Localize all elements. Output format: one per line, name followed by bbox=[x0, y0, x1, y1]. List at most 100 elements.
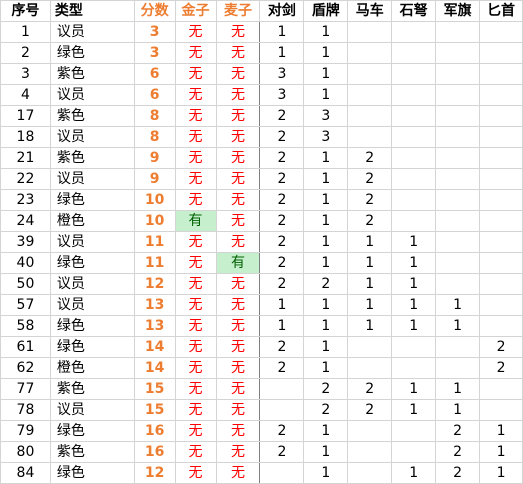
cell-type[interactable]: 议员 bbox=[49, 399, 135, 421]
cell-catapult[interactable] bbox=[391, 147, 437, 169]
cell-shield[interactable]: 2 bbox=[303, 399, 349, 421]
cell-wheat[interactable]: 无 bbox=[215, 105, 261, 127]
cell-dagger[interactable] bbox=[479, 42, 523, 64]
cell-chariot[interactable] bbox=[347, 84, 393, 106]
cell-wheat[interactable]: 无 bbox=[215, 420, 261, 442]
cell-shield[interactable]: 1 bbox=[303, 462, 349, 484]
col-header-catapult[interactable]: 石弩 bbox=[391, 0, 437, 22]
cell-shield[interactable]: 1 bbox=[303, 42, 349, 64]
cell-catapult[interactable] bbox=[391, 42, 437, 64]
cell-wheat[interactable]: 无 bbox=[215, 273, 261, 295]
cell-gold[interactable]: 无 bbox=[174, 189, 217, 211]
cell-banner[interactable]: 1 bbox=[435, 399, 481, 421]
cell-chariot[interactable]: 1 bbox=[347, 252, 393, 274]
cell-index[interactable]: 23 bbox=[0, 189, 51, 211]
cell-shield[interactable]: 1 bbox=[303, 147, 349, 169]
cell-catapult[interactable] bbox=[391, 126, 437, 148]
cell-sword[interactable] bbox=[259, 399, 305, 421]
cell-dagger[interactable] bbox=[479, 252, 523, 274]
cell-gold[interactable]: 无 bbox=[174, 399, 217, 421]
cell-chariot[interactable]: 1 bbox=[347, 231, 393, 253]
cell-score[interactable]: 12 bbox=[133, 462, 176, 484]
col-header-type[interactable]: 类型 bbox=[49, 0, 135, 22]
cell-catapult[interactable] bbox=[391, 441, 437, 463]
cell-gold[interactable]: 无 bbox=[174, 357, 217, 379]
cell-score[interactable]: 6 bbox=[133, 63, 176, 85]
cell-gold[interactable]: 无 bbox=[174, 231, 217, 253]
cell-gold[interactable]: 无 bbox=[174, 273, 217, 295]
cell-shield[interactable]: 1 bbox=[303, 84, 349, 106]
cell-gold[interactable]: 无 bbox=[174, 378, 217, 400]
cell-wheat[interactable]: 无 bbox=[215, 210, 261, 232]
cell-score[interactable]: 11 bbox=[133, 231, 176, 253]
cell-gold[interactable]: 无 bbox=[174, 420, 217, 442]
cell-type[interactable]: 议员 bbox=[49, 21, 135, 43]
cell-wheat[interactable]: 无 bbox=[215, 336, 261, 358]
cell-type[interactable]: 橙色 bbox=[49, 210, 135, 232]
cell-index[interactable]: 84 bbox=[0, 462, 51, 484]
cell-dagger[interactable] bbox=[479, 189, 523, 211]
cell-index[interactable]: 77 bbox=[0, 378, 51, 400]
cell-index[interactable]: 22 bbox=[0, 168, 51, 190]
cell-chariot[interactable]: 1 bbox=[347, 273, 393, 295]
cell-banner[interactable]: 1 bbox=[435, 294, 481, 316]
cell-score[interactable]: 15 bbox=[133, 399, 176, 421]
cell-shield[interactable]: 1 bbox=[303, 63, 349, 85]
cell-shield[interactable]: 1 bbox=[303, 189, 349, 211]
cell-catapult[interactable]: 1 bbox=[391, 252, 437, 274]
cell-catapult[interactable] bbox=[391, 84, 437, 106]
cell-shield[interactable]: 1 bbox=[303, 441, 349, 463]
cell-dagger[interactable]: 1 bbox=[479, 462, 523, 484]
cell-index[interactable]: 17 bbox=[0, 105, 51, 127]
cell-dagger[interactable]: 2 bbox=[479, 357, 523, 379]
col-header-banner[interactable]: 军旗 bbox=[435, 0, 481, 22]
cell-chariot[interactable] bbox=[347, 42, 393, 64]
cell-catapult[interactable]: 1 bbox=[391, 315, 437, 337]
cell-catapult[interactable]: 1 bbox=[391, 273, 437, 295]
cell-sword[interactable]: 3 bbox=[259, 63, 305, 85]
cell-dagger[interactable] bbox=[479, 210, 523, 232]
cell-score[interactable]: 3 bbox=[133, 21, 176, 43]
cell-banner[interactable] bbox=[435, 21, 481, 43]
cell-gold[interactable]: 无 bbox=[174, 462, 217, 484]
cell-dagger[interactable]: 2 bbox=[479, 336, 523, 358]
cell-gold[interactable]: 无 bbox=[174, 168, 217, 190]
cell-gold[interactable]: 无 bbox=[174, 84, 217, 106]
cell-score[interactable]: 6 bbox=[133, 84, 176, 106]
cell-type[interactable]: 紫色 bbox=[49, 105, 135, 127]
cell-index[interactable]: 4 bbox=[0, 84, 51, 106]
cell-index[interactable]: 1 bbox=[0, 21, 51, 43]
cell-banner[interactable] bbox=[435, 273, 481, 295]
cell-shield[interactable]: 1 bbox=[303, 252, 349, 274]
cell-wheat[interactable]: 无 bbox=[215, 189, 261, 211]
cell-dagger[interactable] bbox=[479, 273, 523, 295]
cell-score[interactable]: 14 bbox=[133, 357, 176, 379]
cell-banner[interactable] bbox=[435, 336, 481, 358]
cell-catapult[interactable]: 1 bbox=[391, 399, 437, 421]
cell-shield[interactable]: 2 bbox=[303, 378, 349, 400]
cell-sword[interactable]: 2 bbox=[259, 336, 305, 358]
cell-score[interactable]: 13 bbox=[133, 294, 176, 316]
cell-wheat[interactable]: 有 bbox=[215, 252, 261, 274]
cell-catapult[interactable] bbox=[391, 189, 437, 211]
cell-chariot[interactable] bbox=[347, 21, 393, 43]
cell-chariot[interactable]: 2 bbox=[347, 168, 393, 190]
cell-sword[interactable]: 3 bbox=[259, 84, 305, 106]
cell-type[interactable]: 绿色 bbox=[49, 42, 135, 64]
cell-score[interactable]: 16 bbox=[133, 441, 176, 463]
cell-shield[interactable]: 1 bbox=[303, 420, 349, 442]
cell-dagger[interactable] bbox=[479, 399, 523, 421]
cell-index[interactable]: 62 bbox=[0, 357, 51, 379]
cell-wheat[interactable]: 无 bbox=[215, 315, 261, 337]
cell-index[interactable]: 79 bbox=[0, 420, 51, 442]
cell-index[interactable]: 40 bbox=[0, 252, 51, 274]
cell-wheat[interactable]: 无 bbox=[215, 231, 261, 253]
cell-wheat[interactable]: 无 bbox=[215, 168, 261, 190]
cell-wheat[interactable]: 无 bbox=[215, 63, 261, 85]
cell-chariot[interactable]: 2 bbox=[347, 210, 393, 232]
cell-shield[interactable]: 1 bbox=[303, 315, 349, 337]
cell-chariot[interactable] bbox=[347, 462, 393, 484]
cell-sword[interactable]: 2 bbox=[259, 420, 305, 442]
cell-chariot[interactable]: 2 bbox=[347, 378, 393, 400]
cell-sword[interactable]: 2 bbox=[259, 210, 305, 232]
